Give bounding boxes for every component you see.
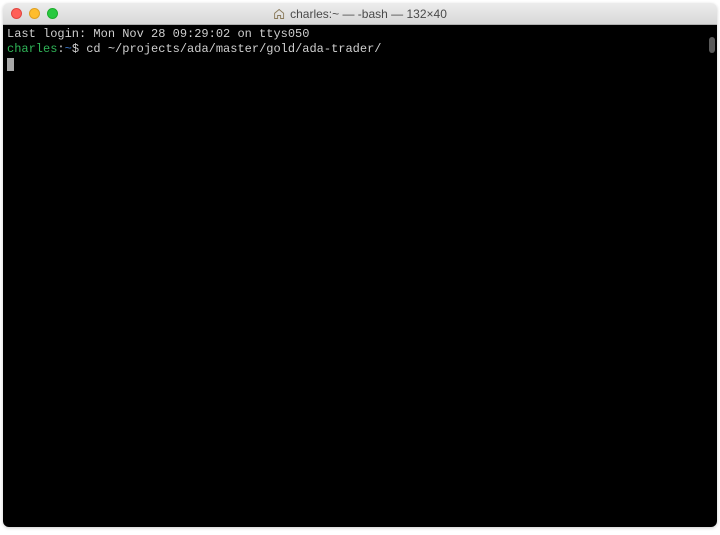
- traffic-lights: [11, 8, 58, 19]
- window-title-text: charles:~ — -bash — 132×40: [290, 7, 447, 21]
- cursor-line: [7, 57, 713, 72]
- terminal-window: charles:~ — -bash — 132×40 Last login: M…: [3, 3, 717, 527]
- last-login-line: Last login: Mon Nov 28 09:29:02 on ttys0…: [7, 27, 713, 42]
- prompt-path: ~: [65, 42, 72, 56]
- home-icon: [273, 8, 285, 20]
- minimize-icon[interactable]: [29, 8, 40, 19]
- command-text: cd ~/projects/ada/master/gold/ada-trader…: [86, 42, 381, 56]
- zoom-icon[interactable]: [47, 8, 58, 19]
- prompt-line: charles:~$ cd ~/projects/ada/master/gold…: [7, 42, 713, 57]
- cursor-icon: [7, 58, 14, 71]
- close-icon[interactable]: [11, 8, 22, 19]
- prompt-separator: :: [57, 42, 64, 56]
- terminal-body[interactable]: Last login: Mon Nov 28 09:29:02 on ttys0…: [3, 25, 717, 527]
- titlebar[interactable]: charles:~ — -bash — 132×40: [3, 3, 717, 25]
- prompt-symbol: $: [72, 42, 79, 56]
- scrollbar[interactable]: [709, 37, 715, 53]
- prompt-user: charles: [7, 42, 57, 56]
- window-title: charles:~ — -bash — 132×40: [273, 7, 447, 21]
- last-login-text: Last login: Mon Nov 28 09:29:02 on ttys0…: [7, 27, 309, 41]
